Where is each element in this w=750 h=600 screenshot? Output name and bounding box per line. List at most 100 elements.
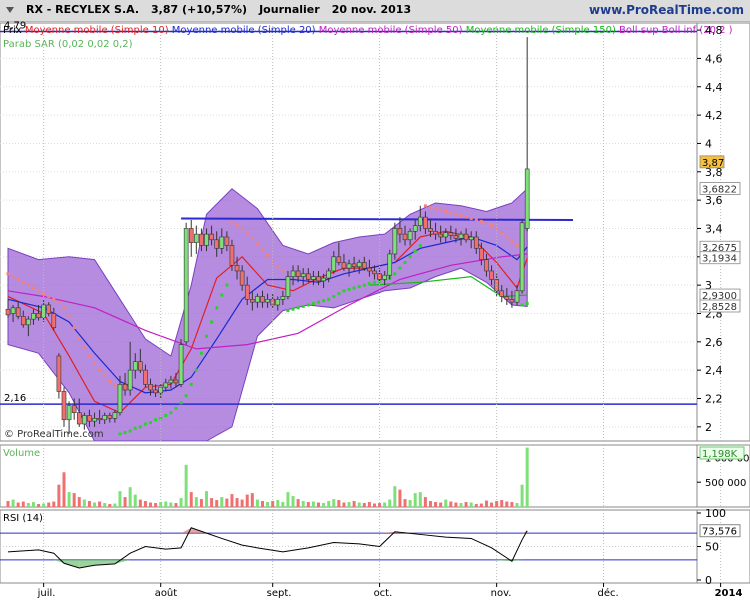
sar-dot bbox=[37, 289, 41, 293]
candle-body bbox=[20, 316, 26, 326]
sar-dot bbox=[93, 361, 97, 365]
candle-body bbox=[143, 369, 148, 385]
volume-bar bbox=[108, 504, 112, 507]
candle-body bbox=[10, 307, 16, 314]
sar-dot bbox=[250, 236, 254, 240]
volume-bar bbox=[372, 503, 376, 507]
candle-body bbox=[473, 236, 479, 249]
indicator-legend: Prix Moyenne mobile (Simple 10) Moyenne … bbox=[3, 25, 733, 36]
candle-body bbox=[117, 384, 123, 413]
price-tick-label: 3,4 bbox=[705, 222, 723, 235]
volume-bar bbox=[357, 502, 361, 507]
candle-body bbox=[290, 270, 296, 277]
sar-dot bbox=[220, 293, 224, 297]
candle-body bbox=[204, 233, 209, 246]
volume-bar bbox=[199, 499, 203, 507]
legend-ma50[interactable]: Moyenne mobile (Simple 50) bbox=[316, 25, 463, 36]
sar-dot bbox=[423, 204, 427, 208]
price-tag-label: 2,8528 bbox=[702, 302, 737, 313]
stock-chart[interactable]: 4,792,16© ProRealTime.comPrix Moyenne mo… bbox=[0, 0, 750, 600]
sar-dot bbox=[57, 300, 61, 304]
volume-bar bbox=[240, 499, 244, 507]
sar-dot bbox=[240, 226, 244, 230]
candle-body bbox=[448, 232, 454, 236]
sar-dot bbox=[266, 253, 270, 257]
candle-body bbox=[148, 384, 153, 391]
candle-body bbox=[36, 313, 41, 319]
volume-bar bbox=[133, 494, 137, 507]
legend-ma10[interactable]: Moyenne mobile (Simple 10) bbox=[22, 25, 169, 36]
rsi-tick-label: 0 bbox=[705, 574, 712, 587]
sar-dot bbox=[98, 368, 102, 372]
volume-bar bbox=[194, 497, 198, 507]
candle-body bbox=[514, 290, 520, 303]
volume-bar bbox=[47, 502, 51, 507]
candle-body bbox=[397, 228, 403, 235]
volume-bar bbox=[189, 492, 193, 507]
sar-dot bbox=[454, 212, 458, 216]
sar-dot bbox=[484, 221, 488, 225]
sar-dot bbox=[301, 304, 305, 308]
sar-dot bbox=[245, 231, 249, 235]
candle-body bbox=[183, 228, 189, 343]
sar-dot bbox=[174, 406, 178, 410]
candle-body bbox=[209, 233, 214, 241]
volume-bar bbox=[154, 503, 158, 507]
rsi-tick-label: 100 bbox=[705, 507, 726, 520]
sar-dot bbox=[337, 292, 341, 296]
volume-bar bbox=[276, 500, 280, 507]
sar-dot bbox=[357, 285, 361, 289]
sar-dot bbox=[408, 255, 412, 259]
price-tag-label: 3,1934 bbox=[702, 254, 737, 265]
volume-bar bbox=[159, 502, 163, 507]
price-tick-label: 2,6 bbox=[705, 336, 723, 349]
volume-bar bbox=[464, 502, 468, 507]
candle-body bbox=[229, 245, 235, 266]
volume-bar bbox=[418, 492, 422, 507]
candle-body bbox=[46, 304, 52, 314]
candle-body bbox=[331, 256, 337, 272]
sar-dot bbox=[515, 243, 519, 247]
candle-body bbox=[224, 236, 230, 246]
volume-bar bbox=[98, 501, 102, 507]
volume-bar bbox=[138, 499, 142, 507]
volume-bar bbox=[296, 499, 300, 507]
candle-body bbox=[438, 233, 443, 238]
volume-bar bbox=[143, 501, 147, 507]
candle-body bbox=[214, 239, 219, 249]
candle-body bbox=[463, 233, 469, 241]
sar-dot bbox=[500, 231, 504, 235]
price-tick-label: 2,2 bbox=[705, 392, 723, 405]
sar-dot bbox=[428, 205, 432, 209]
candle-body bbox=[407, 230, 413, 241]
candle-body bbox=[417, 216, 423, 226]
candle-body bbox=[260, 296, 265, 303]
volume-bar bbox=[11, 499, 15, 507]
sar-dot bbox=[398, 266, 402, 270]
volume-bar bbox=[316, 502, 320, 507]
price-tick-label: 4,4 bbox=[705, 81, 723, 94]
legend-prefix[interactable]: Prix bbox=[3, 25, 22, 36]
sar-dot bbox=[439, 208, 443, 212]
volume-tag-label: 1,198K bbox=[702, 449, 738, 460]
candle-body bbox=[239, 270, 245, 286]
volume-bar bbox=[393, 486, 397, 507]
candle-body bbox=[15, 307, 21, 317]
sar-dot bbox=[87, 354, 91, 358]
candle-body bbox=[138, 361, 143, 371]
sar-dot bbox=[235, 224, 239, 228]
volume-bar bbox=[484, 500, 488, 507]
trend-line bbox=[181, 217, 573, 221]
volume-bar bbox=[123, 497, 127, 507]
candle-body bbox=[351, 263, 357, 268]
candle-body bbox=[524, 168, 530, 229]
legend-ma150[interactable]: Moyenne mobile (Simple 150) bbox=[463, 25, 616, 36]
sar-dot bbox=[62, 306, 66, 310]
sar-dot bbox=[306, 303, 310, 307]
candle-body bbox=[361, 262, 367, 269]
legend-ma20[interactable]: Moyenne mobile (Simple 20) bbox=[169, 25, 316, 36]
sar-dot bbox=[322, 299, 326, 303]
candle-body bbox=[163, 382, 169, 388]
sar-dot bbox=[149, 421, 153, 425]
legend-sar: Parab SAR (0,02 0,02 0,2) bbox=[3, 39, 133, 50]
